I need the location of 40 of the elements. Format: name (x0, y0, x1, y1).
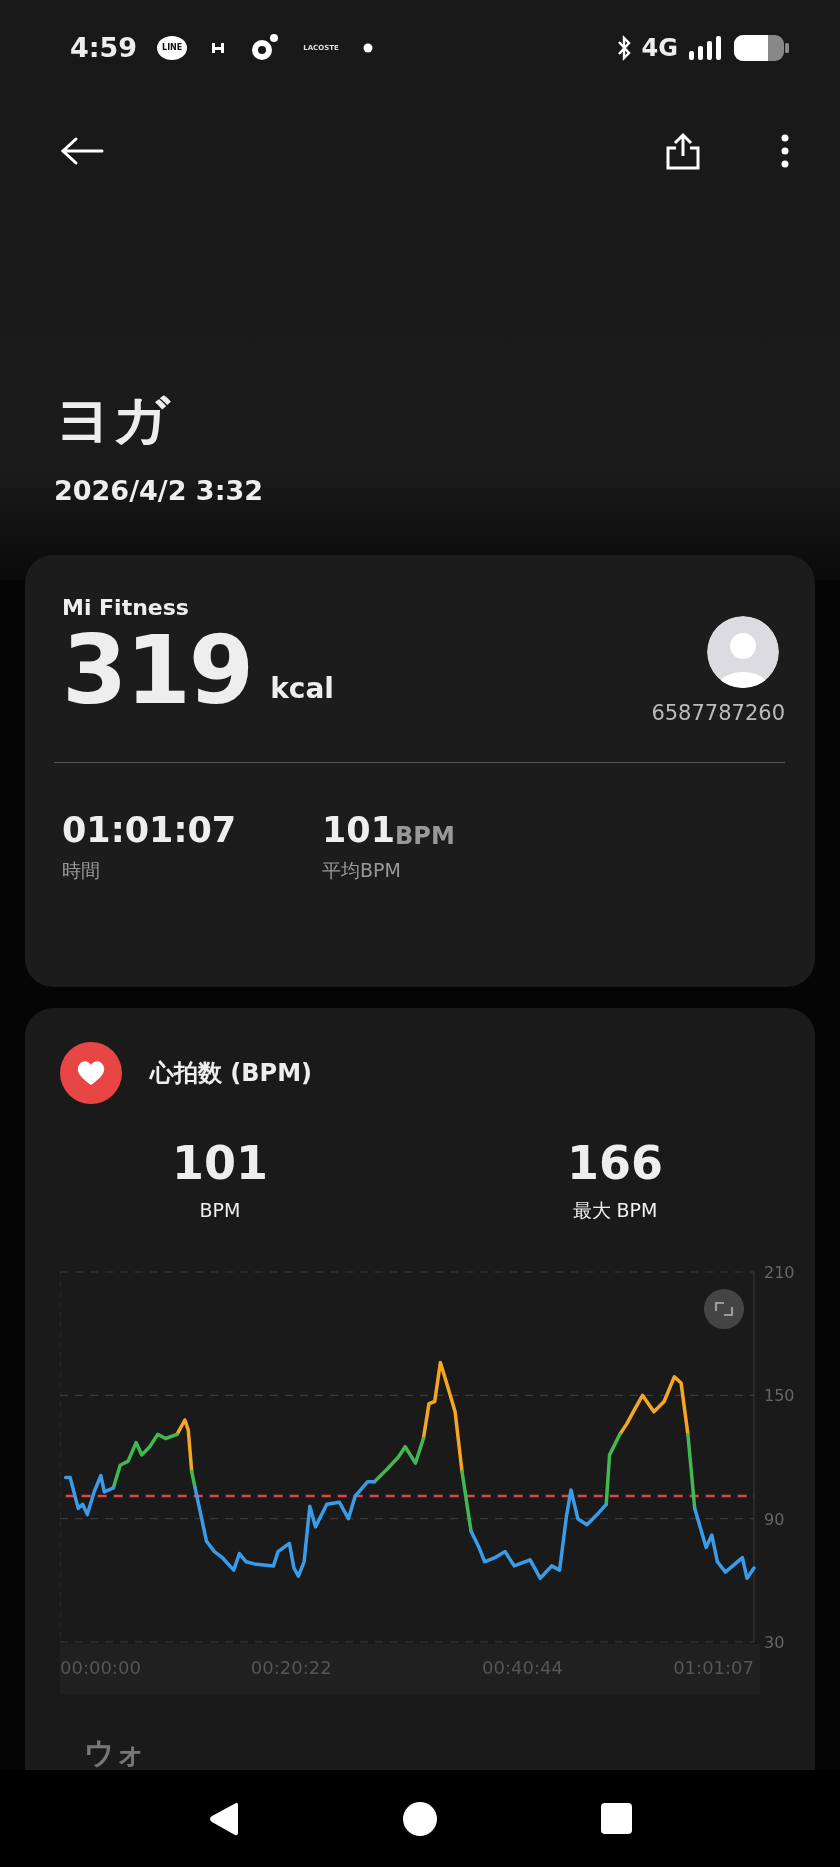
calories-value: 319 (62, 624, 253, 718)
expand-button[interactable] (704, 1288, 744, 1329)
y-tick-label: 150 (764, 1385, 795, 1405)
chat-notification-icon: LINE (157, 36, 188, 60)
stat-label: 最大 BPM (572, 1198, 658, 1223)
stat-label: 時間 (62, 857, 101, 883)
back-icon (208, 1800, 240, 1837)
y-tick-label: 30 (764, 1632, 785, 1652)
share-button[interactable] (666, 132, 700, 170)
calories-unit: kcal (270, 671, 334, 707)
recents-icon (599, 1802, 633, 1835)
back-arrow-icon (60, 136, 104, 166)
stat-label: 平均BPM (322, 857, 402, 883)
battery-icon (734, 34, 790, 62)
stat-value: 166 (567, 1140, 663, 1186)
avatar (707, 616, 779, 688)
share-icon (666, 132, 700, 170)
user-id: 6587787260 (651, 700, 785, 727)
more-icon (780, 134, 790, 168)
section-title: ウォ (84, 1734, 147, 1770)
home-icon (402, 1800, 438, 1837)
stat-value: 101 (172, 1140, 268, 1186)
stat-unit: BPM (395, 823, 455, 848)
workout-title: ヨガ (54, 386, 172, 454)
y-tick-label: 90 (764, 1509, 785, 1529)
stat-label: BPM (199, 1198, 241, 1223)
network-type: 4G (641, 33, 678, 64)
source-name: Mi Fitness (62, 594, 190, 622)
y-tick-label: 210 (764, 1264, 795, 1282)
back-button[interactable] (60, 136, 104, 166)
dot-icon (362, 43, 373, 53)
more-button[interactable] (780, 134, 790, 168)
section-title: 心拍数 (BPM) (150, 1058, 313, 1089)
stat-value: 101 (322, 812, 396, 848)
workout-date: 2026/4/2 3:32 (53, 474, 264, 509)
stat-value: 01:01:07 (62, 812, 237, 848)
notification-icon (249, 33, 280, 63)
notification-icon (211, 41, 226, 55)
signal-icon (688, 35, 724, 61)
status-time: 4:59 (70, 30, 138, 65)
